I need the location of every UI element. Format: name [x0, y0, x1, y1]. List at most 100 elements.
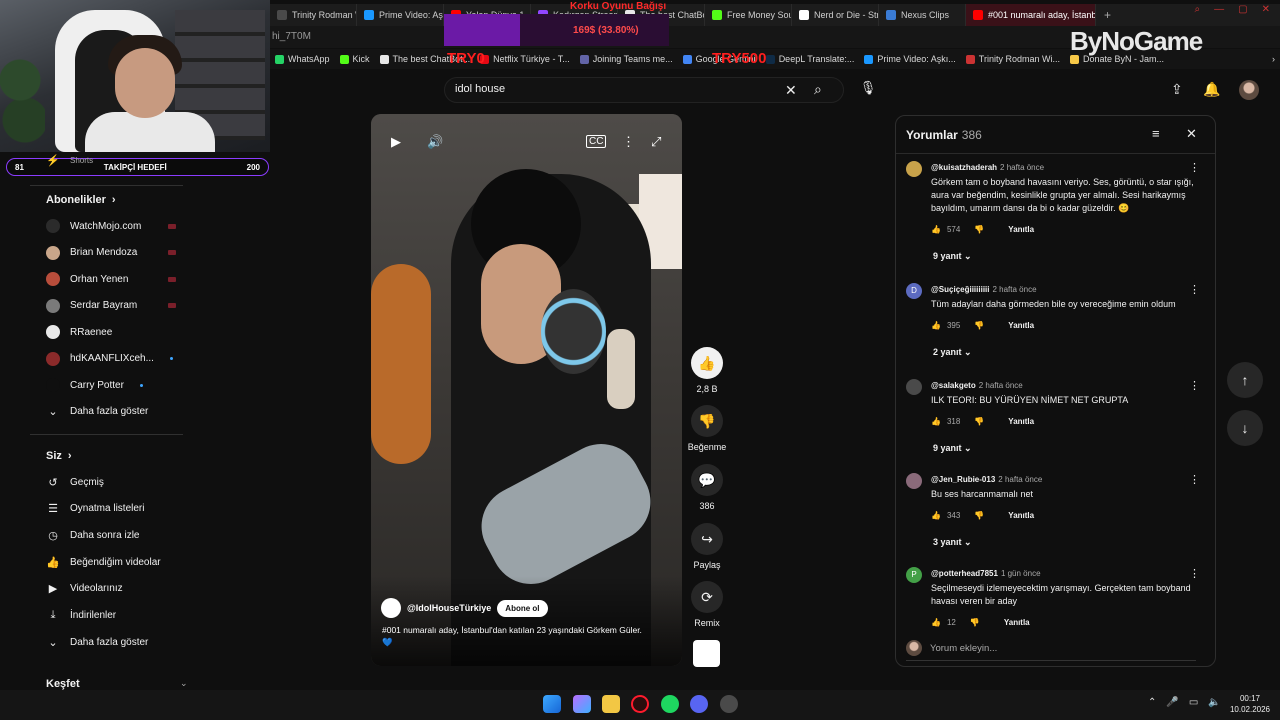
thumbs-down-icon[interactable]: 👎	[974, 225, 984, 234]
shorts-video-player[interactable]: ▶ 🔊 CC ⋮ ⤢ @IdolHouseTürkiye Abone ol #0…	[371, 114, 682, 666]
maximize-icon[interactable]: ▢	[1238, 4, 1247, 15]
comment-author[interactable]: @Suçiçeğiiiiiiiii	[931, 285, 989, 294]
sort-icon[interactable]: ≡	[1152, 126, 1160, 141]
next-video-button[interactable]: ↓	[1227, 410, 1263, 446]
thumbs-up-icon[interactable]: 👍	[931, 511, 941, 520]
thumbs-up-icon[interactable]: 👍	[931, 321, 941, 330]
thumbs-down-icon[interactable]: 👎	[974, 417, 984, 426]
chevron-up-icon[interactable]: ⌃	[1148, 697, 1156, 708]
browser-tab[interactable]: Nexus Clips	[879, 4, 966, 26]
settings-icon[interactable]	[720, 695, 738, 713]
add-comment-field[interactable]: Yorum ekleyin...	[906, 640, 1196, 661]
thumbs-down-icon[interactable]: 👎	[974, 321, 984, 330]
bookmark-item[interactable]: Kick	[335, 54, 375, 64]
more-options-icon[interactable]: ⋮	[1189, 283, 1200, 296]
sidebar-item-subscription[interactable]: RRaenee	[46, 322, 196, 342]
view-replies-button[interactable]: 9 yanıt ⌄	[933, 443, 972, 454]
browser-tab[interactable]: Prime Video: Aşkı	[357, 4, 444, 26]
you-header[interactable]: Siz ›	[46, 450, 72, 462]
sidebar-item-video[interactable]: ▶ Videolarınız	[46, 579, 196, 599]
more-options-icon[interactable]: ⋮	[1189, 161, 1200, 174]
sidebar-item-subscription[interactable]: Brian Mendoza	[46, 243, 196, 263]
channel-avatar[interactable]	[381, 598, 401, 618]
sidebar-item-download[interactable]: ⤓ İndirilenler	[46, 606, 196, 626]
bookmark-item[interactable]: Prime Video: Aşkı...	[859, 54, 960, 64]
bookmark-item[interactable]: Netflix Türkiye - T...	[475, 54, 575, 64]
search-input[interactable]	[455, 83, 775, 95]
remix-button[interactable]: ⟳ Remix	[688, 581, 726, 628]
sidebar-item-subscription[interactable]: Carry Potter	[46, 375, 196, 395]
show-more-subscriptions[interactable]: ⌄ Daha fazla göster	[46, 402, 196, 422]
sidebar-item-watch-later[interactable]: ◷ Daha sonra izle	[46, 525, 196, 545]
avatar[interactable]: P	[906, 567, 922, 583]
sidebar-item-subscription[interactable]: WatchMojo.com	[46, 216, 196, 236]
reply-button[interactable]: Yanıtla	[1008, 225, 1034, 234]
dislike-button[interactable]: 👎 Beğenme	[682, 405, 732, 452]
thumbs-up-icon[interactable]: 👍	[931, 618, 941, 627]
browser-tab[interactable]: Free Money Soun	[705, 4, 792, 26]
notifications-icon[interactable]: 🔔	[1203, 81, 1220, 98]
browser-tab[interactable]: Nerd or Die - Stre	[792, 4, 879, 26]
view-replies-button[interactable]: 3 yanıt ⌄	[933, 537, 972, 548]
play-icon[interactable]: ▶	[391, 134, 401, 150]
avatar[interactable]	[906, 161, 922, 177]
opera-icon[interactable]	[631, 695, 649, 713]
previous-video-button[interactable]: ↑	[1227, 362, 1263, 398]
thumbs-up-icon[interactable]: 👍	[931, 225, 941, 234]
avatar[interactable]	[906, 379, 922, 395]
chevron-down-icon[interactable]: ⌄	[180, 678, 188, 689]
comment-author[interactable]: @salakgeto	[931, 381, 976, 390]
explore-header[interactable]: Keşfet	[46, 678, 80, 690]
clear-search-icon[interactable]: ✕	[785, 82, 797, 99]
reply-button[interactable]: Yanıtla	[1008, 321, 1034, 330]
captions-icon[interactable]: CC	[586, 135, 607, 148]
bookmark-item[interactable]: WhatsApp	[270, 54, 335, 64]
thumbs-up-icon[interactable]: 👍	[931, 417, 941, 426]
volume-icon[interactable]: 🔊	[427, 134, 443, 150]
view-replies-button[interactable]: 9 yanıt ⌄	[933, 251, 972, 262]
avatar[interactable]: D	[906, 283, 922, 299]
sidebar-item-history[interactable]: ↺ Geçmiş	[46, 472, 196, 492]
browser-tab[interactable]: Trinity Rodman Wi	[270, 4, 357, 26]
view-replies-button[interactable]: 2 yanıt ⌄	[933, 347, 972, 358]
avatar[interactable]	[1239, 80, 1259, 100]
thumbs-down-icon[interactable]: 👎	[974, 511, 984, 520]
more-options-icon[interactable]: ⋮	[1189, 567, 1200, 580]
bookmark-item[interactable]: Joining Teams me...	[575, 54, 678, 64]
reply-button[interactable]: Yanıtla	[1008, 511, 1034, 520]
channel-name[interactable]: @IdolHouseTürkiye	[407, 603, 491, 613]
comments-button[interactable]: 💬 386	[688, 464, 726, 511]
voice-search-icon[interactable]: 🎙	[859, 80, 877, 100]
close-window-icon[interactable]: ✕	[1262, 4, 1270, 15]
comment-author[interactable]: @potterhead7851	[931, 569, 998, 578]
like-button[interactable]: 👍 2,8 B	[688, 347, 726, 394]
reply-button[interactable]: Yanıtla	[1008, 417, 1034, 426]
show-more-you[interactable]: ⌄ Daha fazla göster	[46, 632, 196, 652]
thumbs-down-icon[interactable]: 👎	[970, 618, 980, 627]
search-icon[interactable]: ⌕	[814, 81, 822, 98]
channel-thumbnail[interactable]	[693, 640, 720, 667]
spotify-icon[interactable]	[661, 695, 679, 713]
comment-author[interactable]: @kuisatzhaderah	[931, 163, 997, 172]
discord-icon[interactable]	[690, 695, 708, 713]
close-icon[interactable]: ✕	[1186, 126, 1197, 142]
bookmarks-overflow-icon[interactable]: ›	[1267, 54, 1280, 64]
subscriptions-header[interactable]: Abonelikler ›	[46, 194, 116, 206]
more-options-icon[interactable]: ⋮	[1189, 473, 1200, 486]
system-clock[interactable]: 00:17 10.02.2026	[1228, 693, 1272, 715]
bookmark-item[interactable]: DeepL Translate:...	[761, 54, 860, 64]
browser-tab[interactable]: #001 numaralı aday, İstanb	[966, 4, 1096, 26]
sidebar-item-shorts[interactable]: ⚡ Shorts	[46, 150, 196, 170]
bookmark-item[interactable]: Trinity Rodman Wi...	[961, 54, 1065, 64]
sidebar-item-subscription[interactable]: Orhan Yenen	[46, 269, 196, 289]
avatar[interactable]	[906, 473, 922, 489]
windows-start-icon[interactable]	[543, 695, 561, 713]
fullscreen-icon[interactable]: ⤢	[651, 134, 661, 150]
sidebar-item-playlist[interactable]: ☰ Oynatma listeleri	[46, 499, 196, 519]
speaker-icon[interactable]: 🔈	[1208, 697, 1220, 708]
network-icon[interactable]: ▭	[1189, 697, 1198, 708]
subscribe-button[interactable]: Abone ol	[497, 599, 548, 617]
sidebar-item-subscription[interactable]: hdKAANFLIXceh...	[46, 349, 196, 369]
file-explorer-icon[interactable]	[602, 695, 620, 713]
search-tabs-icon[interactable]: ⌕	[1195, 4, 1201, 15]
